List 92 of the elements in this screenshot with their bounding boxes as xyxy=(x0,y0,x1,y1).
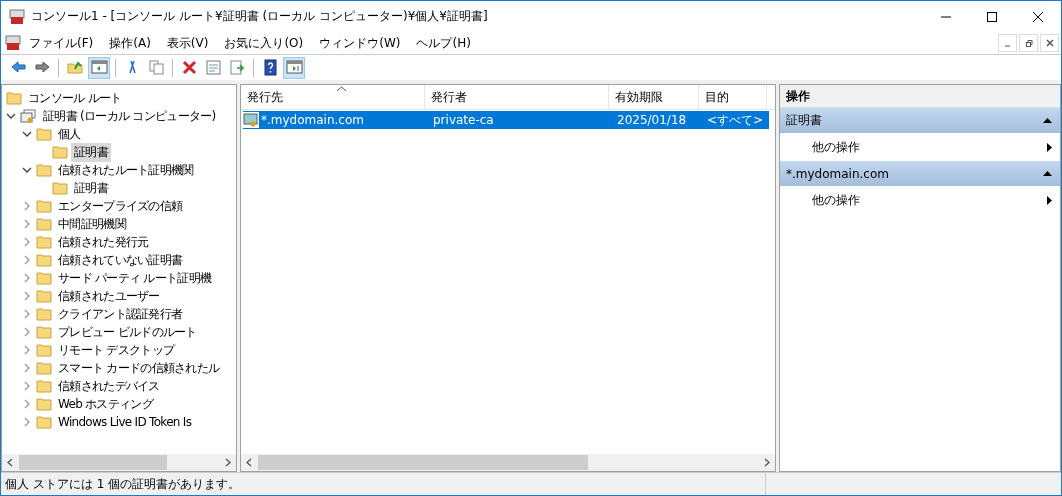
collapse-triangle-icon[interactable] xyxy=(1043,118,1052,123)
certificate-icon xyxy=(243,112,259,128)
sort-ascending-icon xyxy=(337,86,346,91)
folder-icon xyxy=(36,397,52,411)
app-icon xyxy=(9,8,25,25)
tree-item[interactable]: コンソール ルート xyxy=(25,88,125,108)
folder-icon xyxy=(36,127,52,141)
expand-chevron-icon[interactable] xyxy=(22,273,32,283)
table-cell[interactable]: <すべて> xyxy=(701,111,769,129)
close-icon xyxy=(1045,39,1054,47)
expand-chevron-icon[interactable] xyxy=(22,219,32,229)
action-item[interactable]: 他の操作 xyxy=(780,133,1060,161)
action-group-header[interactable]: *.mydomain.com xyxy=(780,161,1060,186)
column-header[interactable]: 発行者 xyxy=(425,85,609,109)
folder-icon xyxy=(36,361,52,375)
action-item[interactable]: 他の操作 xyxy=(780,186,1060,214)
expand-chevron-icon[interactable] xyxy=(22,327,32,337)
tree-item[interactable]: リモート デスクトップ xyxy=(55,340,178,360)
restore-icon xyxy=(1024,39,1033,47)
expand-chevron-icon[interactable] xyxy=(22,399,32,409)
expand-chevron-icon[interactable] xyxy=(22,417,32,427)
folder-icon xyxy=(36,289,52,303)
folder-icon xyxy=(52,145,68,159)
close-button[interactable] xyxy=(1040,34,1059,52)
collapse-chevron-icon[interactable] xyxy=(22,165,32,175)
tree-item[interactable]: 中間証明機関 xyxy=(55,214,129,234)
tree-item[interactable]: 信頼された発行元 xyxy=(55,232,152,252)
folder-icon xyxy=(36,325,52,339)
folder-icon xyxy=(52,181,68,195)
tree-item[interactable]: 証明書 xyxy=(71,142,111,162)
tree-item[interactable]: サード パーティ ルート証明機 xyxy=(55,268,215,288)
tree-item[interactable]: Web ホスティング xyxy=(55,394,156,414)
folder-icon xyxy=(36,343,52,357)
folder-icon xyxy=(36,307,52,321)
folder-icon xyxy=(6,91,22,105)
menu-item[interactable]: ヘルプ(H) xyxy=(408,34,479,52)
pane-title: 操作 xyxy=(780,85,1060,108)
menu-item[interactable]: ウィンドウ(W) xyxy=(311,34,409,52)
scrollbar-thumb[interactable] xyxy=(258,455,588,470)
close-icon[interactable] xyxy=(1033,11,1043,22)
action-group-header[interactable]: 証明書 xyxy=(780,108,1060,133)
column-header[interactable]: 有効期限 xyxy=(609,85,699,109)
tree-item[interactable]: スマート カードの信頼されたル xyxy=(55,358,223,378)
tree-pane-icon[interactable] xyxy=(88,56,110,79)
menu-item[interactable]: 表示(V) xyxy=(158,34,217,52)
expand-chevron-icon[interactable] xyxy=(22,237,32,247)
expand-chevron-icon[interactable] xyxy=(22,381,32,391)
tree-item[interactable]: 信頼されたデバイス xyxy=(55,376,163,396)
expand-chevron-icon[interactable] xyxy=(22,291,32,301)
scrollbar-thumb[interactable] xyxy=(19,455,167,470)
table-cell[interactable]: private-ca xyxy=(427,111,611,129)
expand-chevron-icon[interactable] xyxy=(22,309,32,319)
folder-icon xyxy=(36,235,52,249)
tree-item[interactable]: プレビュー ビルドのルート xyxy=(55,322,200,342)
tree-item[interactable]: 信頼されていない証明書 xyxy=(55,250,186,270)
folder-icon xyxy=(36,217,52,231)
tree-item[interactable]: 個人 xyxy=(55,124,84,144)
tree-item[interactable]: 証明書 xyxy=(71,178,111,198)
menu-item[interactable]: ファイル(F) xyxy=(21,34,102,52)
status-text: 個人 ストアには 1 個の証明書があります。 xyxy=(1,473,766,495)
table-cell[interactable]: 2025/01/18 xyxy=(611,111,701,129)
folder-icon xyxy=(36,379,52,393)
certificate-store-icon xyxy=(20,108,37,124)
tree-item[interactable]: エンタープライズの信頼 xyxy=(55,196,186,216)
tree-item[interactable]: クライアント認証発行者 xyxy=(55,304,186,324)
restore-button[interactable] xyxy=(1019,34,1038,52)
submenu-arrow-icon xyxy=(1047,195,1052,205)
collapse-chevron-icon[interactable] xyxy=(6,111,16,121)
maximize-icon[interactable] xyxy=(987,11,997,22)
folder-icon xyxy=(36,163,52,177)
expand-chevron-icon[interactable] xyxy=(22,363,32,373)
column-header[interactable]: 発行先 xyxy=(241,85,425,109)
window-title: コンソール1 - [コンソール ルート¥証明書 (ローカル コンピューター)¥個人¥証明書] xyxy=(31,8,489,25)
folder-icon xyxy=(36,199,52,213)
app-icon xyxy=(5,35,21,51)
tree-item[interactable]: 信頼されたルート証明機関 xyxy=(55,160,197,180)
folder-icon xyxy=(36,271,52,285)
collapse-chevron-icon[interactable] xyxy=(22,129,32,139)
tree-item[interactable]: 証明書 (ローカル コンピューター) xyxy=(40,106,219,126)
column-header[interactable]: 目的 xyxy=(699,85,767,109)
folder-icon xyxy=(36,415,52,429)
menu-item[interactable]: お気に入り(O) xyxy=(216,34,312,52)
expand-chevron-icon[interactable] xyxy=(22,345,32,355)
menu-item[interactable]: 操作(A) xyxy=(101,34,159,52)
table-cell[interactable]: *.mydomain.com xyxy=(243,111,427,129)
submenu-arrow-icon xyxy=(1047,142,1052,152)
tree-item[interactable]: 信頼されたユーザー xyxy=(55,286,163,306)
folder-icon xyxy=(36,253,52,267)
expand-chevron-icon[interactable] xyxy=(22,201,32,211)
tree-item[interactable]: Windows Live ID Token Is xyxy=(55,414,195,430)
expand-chevron-icon[interactable] xyxy=(22,255,32,265)
collapse-triangle-icon[interactable] xyxy=(1043,171,1052,176)
